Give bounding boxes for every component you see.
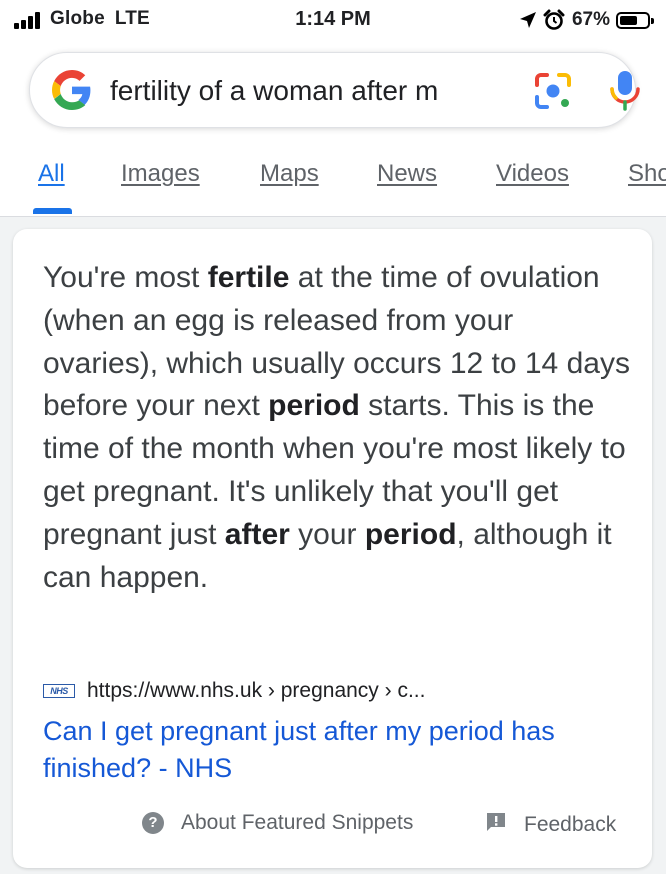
google-lens-icon[interactable] [533, 71, 573, 116]
about-label: About Featured Snippets [181, 811, 414, 834]
featured-snippet-card: You're most fertile at the time of ovula… [13, 229, 652, 868]
tab-shopping[interactable]: Sho [628, 160, 666, 188]
tab-news[interactable]: News [377, 160, 437, 188]
snippet-text-segment: You're most [43, 261, 208, 294]
tab-maps[interactable]: Maps [260, 160, 319, 188]
tab-all[interactable]: All [38, 160, 65, 188]
snippet-bold-term: fertile [207, 261, 290, 294]
about-featured-snippets-button[interactable]: ? About Featured Snippets [142, 811, 413, 835]
feedback-label: Feedback [524, 813, 617, 836]
snippet-bold-term: period [364, 517, 457, 551]
alarm-icon [543, 9, 565, 31]
feedback-button[interactable]: Feedback [485, 811, 616, 839]
tab-images[interactable]: Images [121, 160, 200, 188]
google-logo [52, 70, 92, 115]
location-arrow-icon [519, 11, 537, 29]
source-line[interactable]: NHS https://www.nhs.uk › pregnancy › c..… [43, 678, 425, 704]
result-title-link[interactable]: Can I get pregnant just after my period … [43, 713, 633, 787]
snippet-bold-term: period [268, 389, 360, 423]
question-icon: ? [142, 812, 164, 834]
search-tabs: All Images Maps News Videos Sho [0, 150, 666, 216]
tab-videos[interactable]: Videos [496, 160, 569, 188]
app-header: Globe LTE 1:14 PM 67% fertility of a wom… [0, 0, 666, 217]
feedback-icon [485, 811, 507, 839]
status-bar: Globe LTE 1:14 PM 67% [0, 0, 666, 40]
source-url[interactable]: https://www.nhs.uk › pregnancy › c... [87, 679, 425, 703]
nhs-logo: NHS [43, 684, 75, 698]
search-bar[interactable] [29, 52, 640, 128]
battery-icon [616, 11, 654, 29]
snippet-text-segment: your [289, 517, 365, 551]
battery-percent: 67% [571, 9, 610, 30]
microphone-icon[interactable] [608, 69, 642, 118]
snippet-footer: ? About Featured Snippets Feedback [13, 811, 652, 843]
snippet-text: You're most fertile at the time of ovula… [43, 257, 633, 599]
search-input[interactable] [110, 73, 512, 109]
active-tab-indicator [33, 208, 72, 214]
snippet-bold-term: after [224, 517, 290, 551]
